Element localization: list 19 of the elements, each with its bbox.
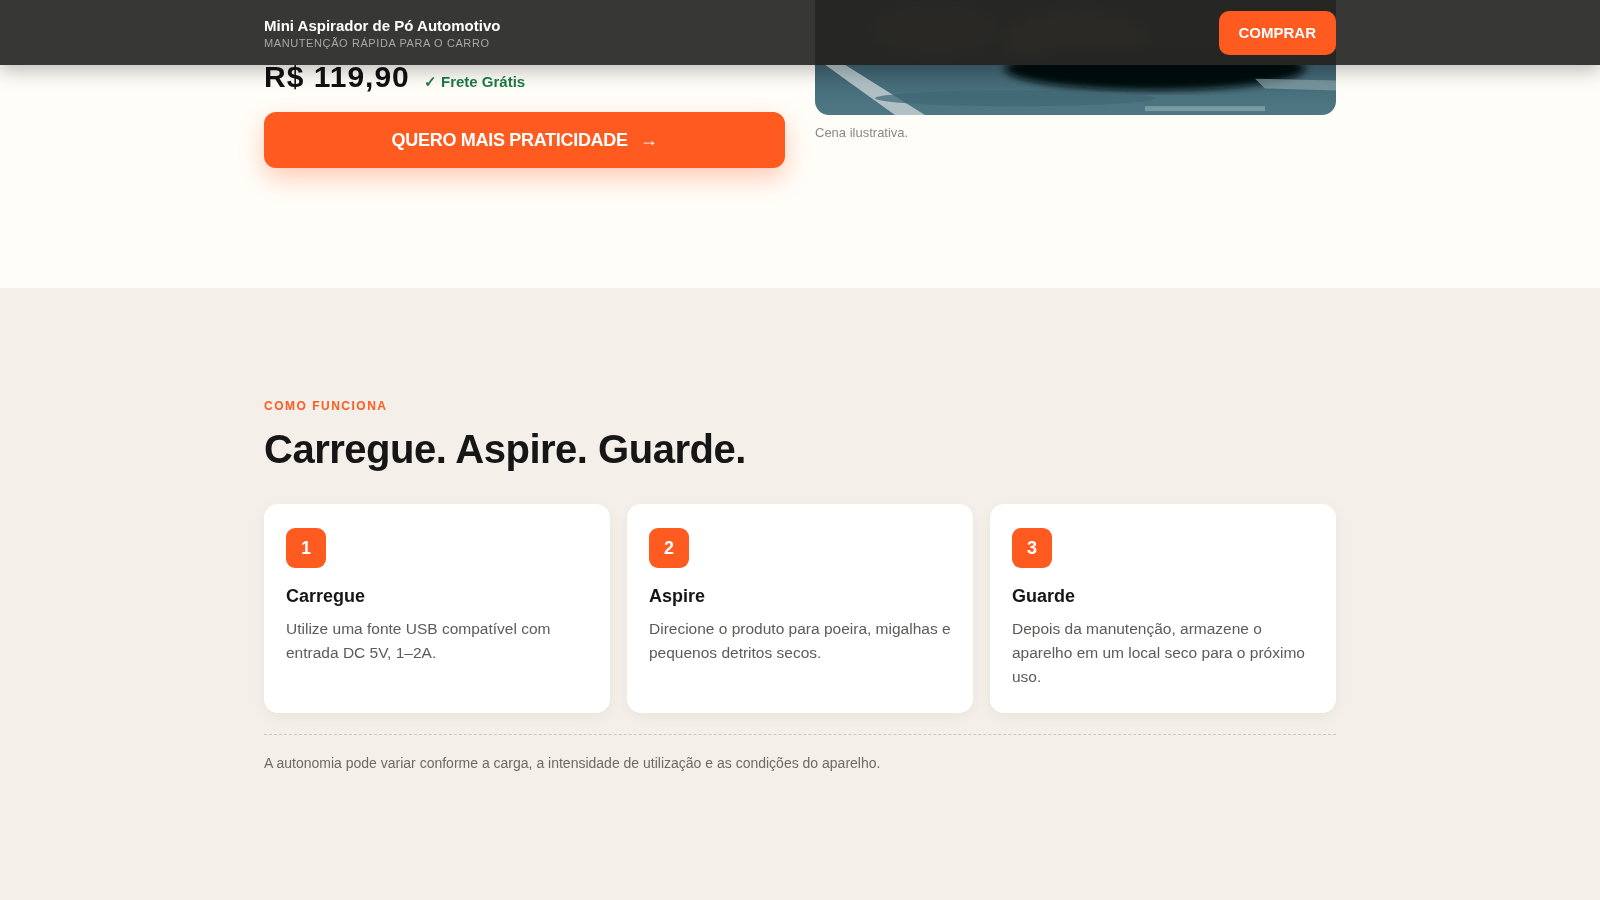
step-title: Carregue	[286, 586, 367, 607]
step-number: 3	[1012, 528, 1052, 568]
step-description: Depois da manutenção, armazene o aparelho em um local seco para o próximo uso.	[1012, 619, 1306, 687]
product-title: Mini Aspirador de Pó Automotivo	[264, 16, 501, 34]
price: R$ 119,90	[264, 60, 410, 94]
photo-caption: Cena ilustrativa.	[815, 125, 910, 140]
step-description: Direcione o produto para poeira, migalhas e pequenos detritos secos.	[649, 619, 951, 663]
step-number: 1	[286, 528, 326, 568]
step-description: Utilize uma fonte USB compatível com entrada DC 5V, 1–2A.	[286, 619, 552, 663]
section-heading: Carregue. Aspire. Guarde.	[264, 427, 747, 472]
buy-button[interactable]: COMPRAR	[1218, 10, 1336, 55]
section-eyebrow: COMO FUNCIONA	[264, 399, 389, 413]
cta-button[interactable]: QUERO MAIS PRATICIDADE →	[264, 112, 785, 168]
product-subtitle: MANUTENÇÃO RÁPIDA PARA O CARRO	[264, 36, 491, 49]
footnote: A autonomia pode variar conforme a carga, a intensidade de utilização e as condições do aparelho.	[264, 755, 882, 771]
step-number: 2	[649, 528, 689, 568]
shipping-note: ✓ Frete Grátis	[423, 73, 526, 91]
step-title: Guarde	[1012, 586, 1077, 607]
step-title: Aspire	[649, 586, 707, 607]
